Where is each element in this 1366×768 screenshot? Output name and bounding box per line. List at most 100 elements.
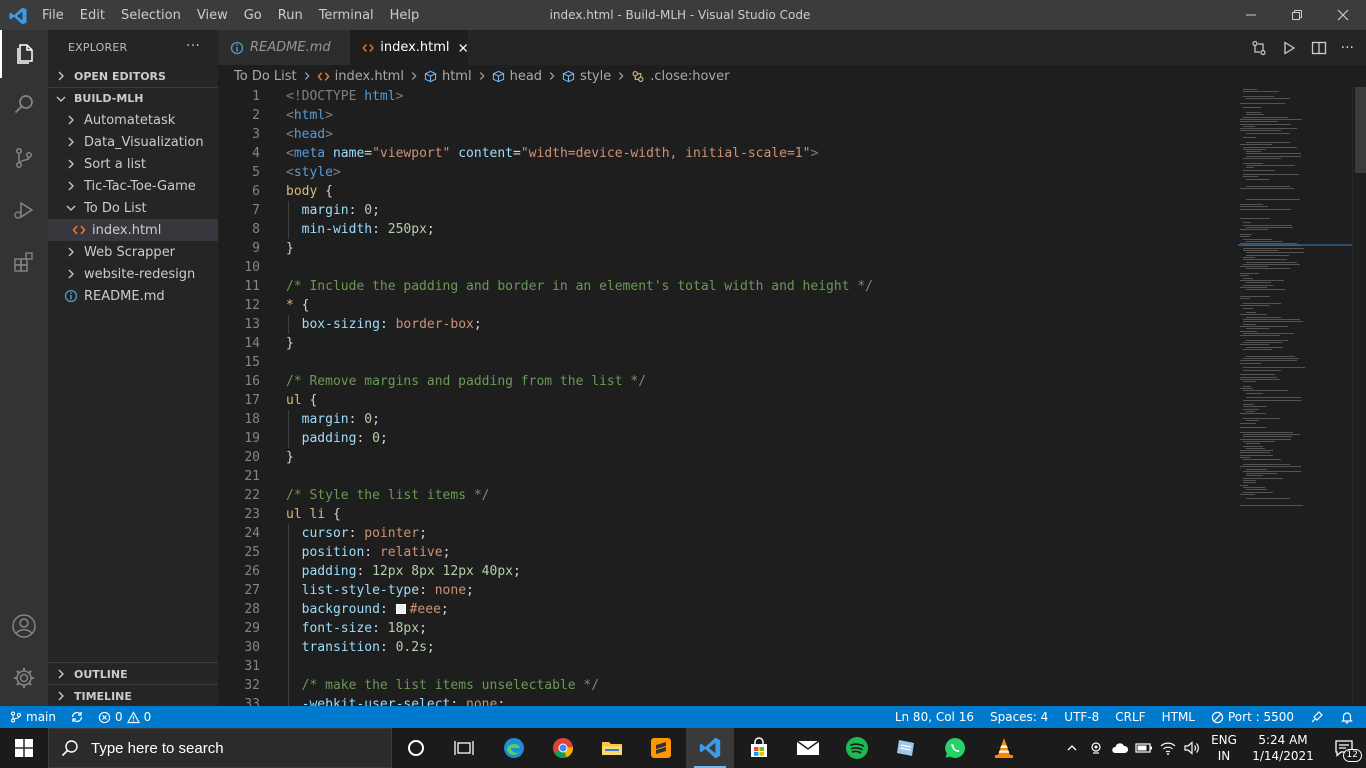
tree-folder-to-do-list[interactable]: To Do List <box>48 197 218 219</box>
accounts-activity[interactable] <box>0 602 48 650</box>
notes-app[interactable] <box>882 728 930 768</box>
tree-file-index-html[interactable]: index.html <box>48 219 218 241</box>
breadcrumb-item[interactable]: index.html <box>317 69 404 84</box>
source-control-activity[interactable] <box>0 134 48 182</box>
menu-file[interactable]: File <box>34 8 72 23</box>
breadcrumb-item[interactable]: .close:hover <box>631 69 729 84</box>
minimap-line <box>1240 279 1285 281</box>
run-debug-activity[interactable] <box>0 186 48 234</box>
extensions-activity[interactable] <box>0 238 48 286</box>
open-changes-icon[interactable] <box>1251 40 1267 56</box>
info-icon <box>230 41 244 54</box>
menu-run[interactable]: Run <box>270 8 311 23</box>
code-editor[interactable]: 1 <!DOCTYPE html> 2 <html> 3 <head> 4 <meta … <box>218 87 1238 706</box>
sync-status[interactable] <box>70 710 84 724</box>
menu-go[interactable]: Go <box>236 8 270 23</box>
tree-folder-website-redesign[interactable]: website-redesign <box>48 263 218 285</box>
more-actions-icon[interactable]: ··· <box>1341 40 1354 56</box>
edge-app[interactable] <box>490 728 538 768</box>
manage-activity[interactable] <box>0 654 48 702</box>
minimize-button[interactable] <box>1228 0 1274 30</box>
search-activity[interactable] <box>0 80 48 128</box>
tray-battery[interactable] <box>1132 728 1156 768</box>
indentation-status[interactable]: Spaces: 4 <box>990 710 1048 724</box>
sublime-app[interactable] <box>637 728 685 768</box>
cursor-position[interactable]: Ln 80, Col 16 <box>895 710 974 724</box>
tray-wifi[interactable] <box>1156 728 1180 768</box>
color-swatch[interactable] <box>395 604 406 614</box>
line-number: 30 <box>244 640 260 655</box>
chrome-app[interactable] <box>539 728 587 768</box>
tree-folder-tic-tac-toe[interactable]: Tic-Tac-Toe-Game <box>48 175 218 197</box>
minimap[interactable] <box>1238 87 1352 706</box>
open-editors-section[interactable]: OPEN EDITORS <box>48 65 218 87</box>
vertical-scrollbar[interactable] <box>1352 87 1366 706</box>
tree-file-readme[interactable]: README.md <box>48 285 218 307</box>
tree-folder-automatetask[interactable]: Automatetask <box>48 109 218 131</box>
restore-button[interactable] <box>1274 0 1320 30</box>
show-hidden-icons[interactable] <box>1060 728 1084 768</box>
code-line: 24 cursor: pointer; <box>218 524 1238 543</box>
menu-view[interactable]: View <box>189 8 236 23</box>
close-tab-icon[interactable] <box>458 42 468 54</box>
language-mode[interactable]: HTML <box>1162 710 1195 724</box>
split-editor-icon[interactable] <box>1311 40 1327 56</box>
code-token: ; <box>466 583 474 598</box>
taskbar-search[interactable] <box>48 728 392 768</box>
breadcrumb-item[interactable]: head <box>492 69 542 84</box>
menu-selection[interactable]: Selection <box>113 8 189 23</box>
run-icon[interactable] <box>1281 40 1297 56</box>
timeline-section[interactable]: TIMELINE <box>48 684 218 707</box>
tree-folder-sort-a-list[interactable]: Sort a list <box>48 153 218 175</box>
breadcrumb-item[interactable]: html <box>424 69 472 84</box>
vlc-app[interactable] <box>980 728 1028 768</box>
more-actions-icon[interactable]: ··· <box>186 38 200 54</box>
close-window-button[interactable] <box>1320 0 1366 30</box>
minimap-line <box>1243 250 1279 251</box>
clock[interactable]: 5:24 AM 1/14/2021 <box>1244 728 1322 768</box>
tree-folder-web-scrapper[interactable]: Web Scrapper <box>48 241 218 263</box>
bell-icon[interactable] <box>1340 710 1354 724</box>
breadcrumb-item[interactable]: style <box>562 69 611 84</box>
input-language[interactable]: ENG IN <box>1204 728 1244 768</box>
cortana-button[interactable] <box>392 728 440 768</box>
menu-edit[interactable]: Edit <box>72 8 113 23</box>
tree-item-label: website-redesign <box>84 266 196 282</box>
tray-onedrive[interactable] <box>1108 728 1132 768</box>
code-token: name <box>332 146 365 161</box>
scrollbar-thumb[interactable] <box>1355 87 1366 173</box>
spotify-app[interactable] <box>833 728 881 768</box>
feedback-icon[interactable] <box>1310 710 1324 724</box>
outline-section[interactable]: OUTLINE <box>48 662 218 685</box>
mail-app[interactable] <box>784 728 832 768</box>
encoding-status[interactable]: UTF-8 <box>1064 710 1099 724</box>
problems-status[interactable]: 0 0 <box>98 710 151 724</box>
file-explorer-app[interactable] <box>588 728 636 768</box>
workspace-root[interactable]: BUILD-MLH <box>48 87 218 109</box>
minimap-line <box>1243 480 1257 481</box>
menu-terminal[interactable]: Terminal <box>311 8 382 23</box>
minimap-line <box>1243 477 1284 479</box>
branch-status[interactable]: main <box>10 710 56 724</box>
store-app[interactable] <box>735 728 783 768</box>
menu-help[interactable]: Help <box>382 8 428 23</box>
breadcrumb-item[interactable]: To Do List <box>234 69 297 84</box>
html-file-icon <box>72 225 86 235</box>
task-view-button[interactable] <box>440 728 488 768</box>
tray-webcam[interactable] <box>1084 728 1108 768</box>
vscode-app[interactable] <box>686 728 734 768</box>
minimap-line <box>1243 222 1252 224</box>
whatsapp-app[interactable] <box>931 728 979 768</box>
start-button[interactable] <box>0 728 48 768</box>
eol-status[interactable]: CRLF <box>1115 710 1145 724</box>
tab-readme[interactable]: README.md <box>218 30 350 65</box>
chevron-down-icon <box>56 96 66 102</box>
taskbar-search-input[interactable] <box>91 739 371 757</box>
action-center-button[interactable]: 12 <box>1322 728 1366 768</box>
tree-folder-data-visualization[interactable]: Data_Visualization <box>48 131 218 153</box>
explorer-activity[interactable] <box>0 30 48 78</box>
live-server-status[interactable]: Port : 5500 <box>1211 710 1294 724</box>
minimap-line <box>1240 438 1291 440</box>
tray-volume[interactable] <box>1180 728 1204 768</box>
tab-index-html[interactable]: index.html <box>350 30 468 65</box>
